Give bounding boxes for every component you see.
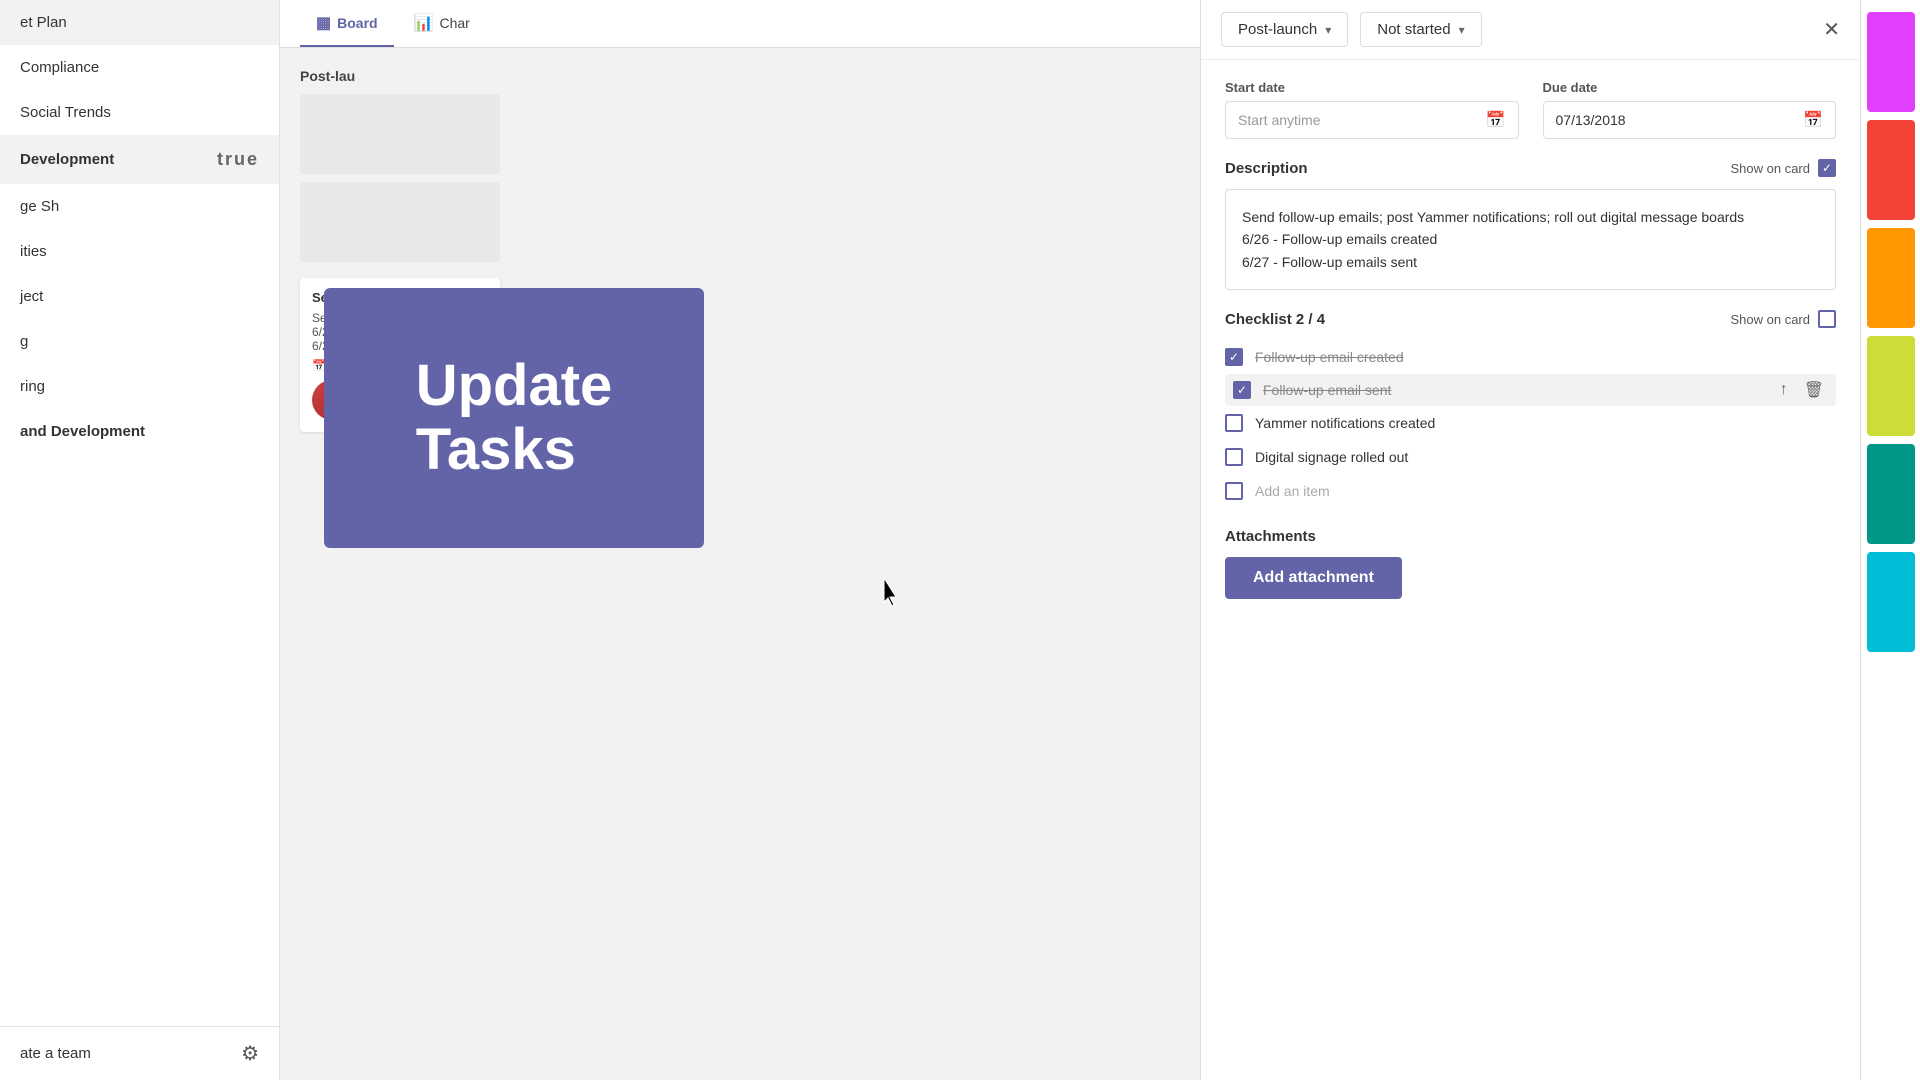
- due-date-label: Due date: [1543, 80, 1837, 95]
- due-date-group: Due date 07/13/2018 📅: [1543, 80, 1837, 139]
- description-text: Send follow-up emails; post Yammer notif…: [1242, 206, 1819, 273]
- checklist-item-1-text: Follow-up email created: [1255, 349, 1836, 365]
- checklist-show-on-card: Show on card: [1731, 310, 1837, 328]
- sidebar-item-ities[interactable]: ities: [0, 229, 279, 274]
- checklist-item-2-actions: ↑ 🗑: [1776, 378, 1828, 402]
- board-area: Post-lau Send t Send fo... notifica... 6…: [280, 48, 1200, 1080]
- bucket-dropdown[interactable]: Post-launch ▾: [1221, 12, 1348, 47]
- create-team-button[interactable]: ate a team ⚙: [0, 1026, 279, 1080]
- checklist-item-2: ✓ Follow-up email sent ↑ 🗑: [1225, 374, 1836, 406]
- checklist-item-2-text: Follow-up email sent: [1263, 382, 1764, 398]
- attachments-title: Attachments: [1225, 528, 1836, 545]
- date-row: Start date Start anytime 📅 Due date 07/1…: [1225, 80, 1836, 139]
- checklist-show-checkbox[interactable]: [1818, 310, 1836, 328]
- board-section-label: Post-lau: [300, 68, 1180, 84]
- start-date-label: Start date: [1225, 80, 1519, 95]
- update-tasks-text: UpdateTasks: [396, 334, 633, 502]
- description-show-on-card: Show on card ✓: [1731, 159, 1837, 177]
- status-dropdown[interactable]: Not started ▾: [1360, 12, 1481, 47]
- checklist-item-2-checkbox[interactable]: ✓: [1233, 381, 1251, 399]
- sidebar-item-market-plan[interactable]: et Plan: [0, 0, 279, 45]
- sidebar-item-g[interactable]: g: [0, 319, 279, 364]
- checklist-item-3-text: Yammer notifications created: [1255, 415, 1836, 431]
- detail-body: Start date Start anytime 📅 Due date 07/1…: [1201, 60, 1860, 1080]
- description-title: Description: [1225, 160, 1308, 177]
- red-swatch[interactable]: [1867, 120, 1915, 220]
- checklist-title: Checklist 2 / 4: [1225, 311, 1325, 328]
- chart-icon: 📊: [414, 13, 434, 33]
- checklist-item-3-checkbox[interactable]: [1225, 414, 1243, 432]
- tab-chart[interactable]: 📊 Char: [398, 1, 486, 47]
- color-swatches-panel: [1860, 0, 1920, 1080]
- calendar-icon: 📅: [1486, 110, 1506, 130]
- sidebar-item-ject[interactable]: ject: [0, 274, 279, 319]
- add-attachment-button[interactable]: Add attachment: [1225, 557, 1402, 599]
- chevron-down-icon: ▾: [1459, 23, 1465, 37]
- detail-header: Post-launch ▾ Not started ▾ ✕: [1201, 0, 1860, 60]
- checklist-item-4: Digital signage rolled out: [1225, 440, 1836, 474]
- sidebar-item-brand-dev[interactable]: and Development: [0, 409, 279, 454]
- more-options-icon[interactable]: true: [217, 149, 259, 170]
- sidebar-item-development[interactable]: Development true: [0, 135, 279, 184]
- teal-swatch[interactable]: [1867, 444, 1915, 544]
- description-section-header: Description Show on card ✓: [1225, 159, 1836, 177]
- cursor: [880, 578, 904, 615]
- move-up-button[interactable]: ↑: [1776, 379, 1792, 401]
- pink-swatch[interactable]: [1867, 12, 1915, 112]
- checklist-item-4-text: Digital signage rolled out: [1255, 449, 1836, 465]
- chevron-down-icon: ▾: [1325, 23, 1331, 37]
- sidebar: et Plan Compliance Social Trends Develop…: [0, 0, 280, 1080]
- add-item-placeholder[interactable]: Add an item: [1255, 483, 1330, 499]
- sidebar-item-social-trends[interactable]: Social Trends: [0, 90, 279, 135]
- board-icon: ▦: [316, 13, 331, 33]
- start-date-input[interactable]: Start anytime 📅: [1225, 101, 1519, 139]
- main-content: ▦ Board 📊 Char Post-lau Send t Send fo..…: [280, 0, 1200, 1080]
- sidebar-item-compliance[interactable]: Compliance: [0, 45, 279, 90]
- update-tasks-overlay: UpdateTasks: [324, 288, 704, 548]
- cyan-swatch[interactable]: [1867, 552, 1915, 652]
- close-button[interactable]: ✕: [1823, 17, 1840, 42]
- checklist-header: Checklist 2 / 4 Show on card: [1225, 310, 1836, 328]
- tab-board[interactable]: ▦ Board: [300, 1, 394, 47]
- gear-icon[interactable]: ⚙: [241, 1041, 259, 1066]
- due-date-input[interactable]: 07/13/2018 📅: [1543, 101, 1837, 139]
- attachments-section: Attachments Add attachment: [1225, 528, 1836, 599]
- orange-swatch[interactable]: [1867, 228, 1915, 328]
- lime-swatch[interactable]: [1867, 336, 1915, 436]
- description-box[interactable]: Send follow-up emails; post Yammer notif…: [1225, 189, 1836, 290]
- detail-panel: Post-launch ▾ Not started ▾ ✕ Start date…: [1200, 0, 1860, 1080]
- add-item-checkbox[interactable]: [1225, 482, 1243, 500]
- sidebar-item-ge-sh[interactable]: ge Sh: [0, 184, 279, 229]
- checklist-item-1: ✓ Follow-up email created: [1225, 340, 1836, 374]
- sidebar-item-ring[interactable]: ring: [0, 364, 279, 409]
- checklist-item-4-checkbox[interactable]: [1225, 448, 1243, 466]
- checklist-item-3: Yammer notifications created: [1225, 406, 1836, 440]
- delete-item-button[interactable]: 🗑: [1800, 378, 1828, 402]
- calendar-icon: 📅: [1803, 110, 1823, 130]
- checklist-item-1-checkbox[interactable]: ✓: [1225, 348, 1243, 366]
- description-show-checkbox[interactable]: ✓: [1818, 159, 1836, 177]
- add-item-row: Add an item: [1225, 474, 1836, 508]
- tabs-bar: ▦ Board 📊 Char: [280, 0, 1200, 48]
- start-date-group: Start date Start anytime 📅: [1225, 80, 1519, 139]
